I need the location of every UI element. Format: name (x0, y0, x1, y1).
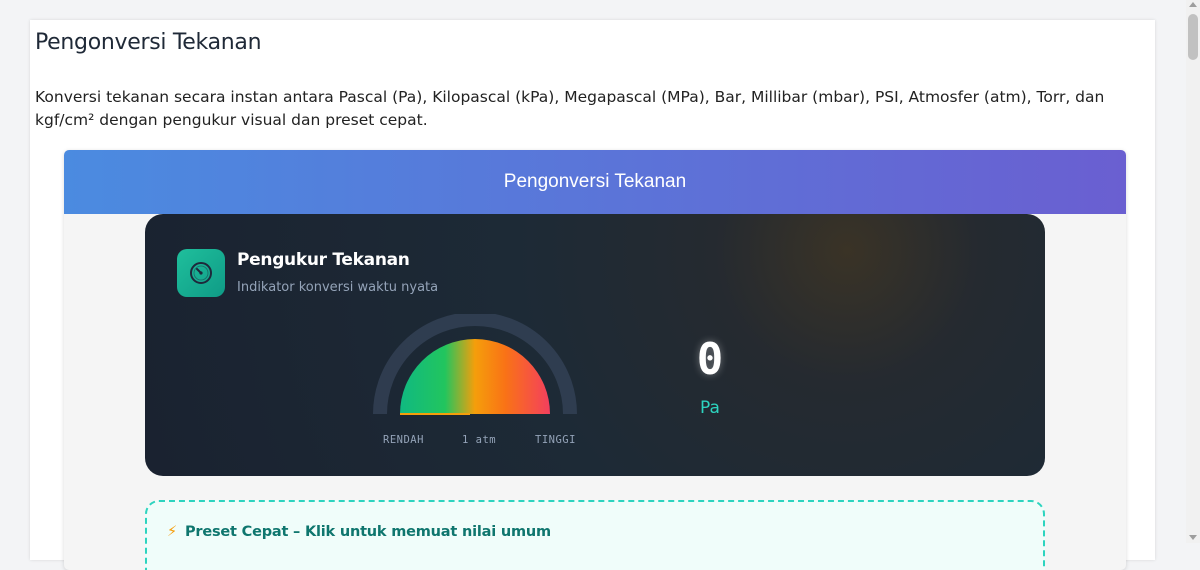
pressure-gauge-panel: Pengukur Tekanan Indikator konversi wakt… (145, 214, 1045, 476)
card-header: Pengonversi Tekanan (64, 150, 1126, 214)
page-description: Konversi tekanan secara instan antara Pa… (35, 88, 1105, 129)
gauge-icon (177, 249, 225, 297)
card-header-title: Pengonversi Tekanan (503, 171, 687, 192)
page-container: Pengonversi Tekanan Konversi tekanan sec… (30, 20, 1155, 570)
gauge-title: Pengukur Tekanan (237, 250, 410, 270)
page-scrollbar[interactable] (1186, 0, 1200, 543)
gauge-dial (373, 314, 577, 415)
page-title: Pengonversi Tekanan (35, 30, 262, 55)
gauge-subtitle: Indikator konversi waktu nyata (237, 280, 439, 295)
presets-header: ⚡ Preset Cepat – Klik untuk memuat nilai … (167, 524, 551, 540)
pressure-value: 0 (696, 334, 724, 385)
converter-card: Pengonversi Tekanan Pengukur Tekanan Ind… (64, 150, 1126, 570)
scale-label-high: TINGGI (535, 434, 576, 446)
scale-label-low: RENDAH (383, 434, 424, 446)
scroll-up-arrow-icon[interactable] (1189, 2, 1197, 7)
scale-label-mid: 1 atm (462, 434, 497, 446)
quick-presets-panel: ⚡ Preset Cepat – Klik untuk memuat nilai … (145, 500, 1045, 570)
pressure-unit: Pa (700, 398, 720, 418)
scrollbar-thumb[interactable] (1188, 14, 1198, 60)
scroll-down-arrow-icon[interactable] (1189, 535, 1197, 540)
gauge-fill (400, 339, 550, 414)
presets-title: Preset Cepat – Klik untuk memuat nilai u… (184, 524, 551, 540)
lightning-icon: ⚡ (167, 524, 177, 540)
